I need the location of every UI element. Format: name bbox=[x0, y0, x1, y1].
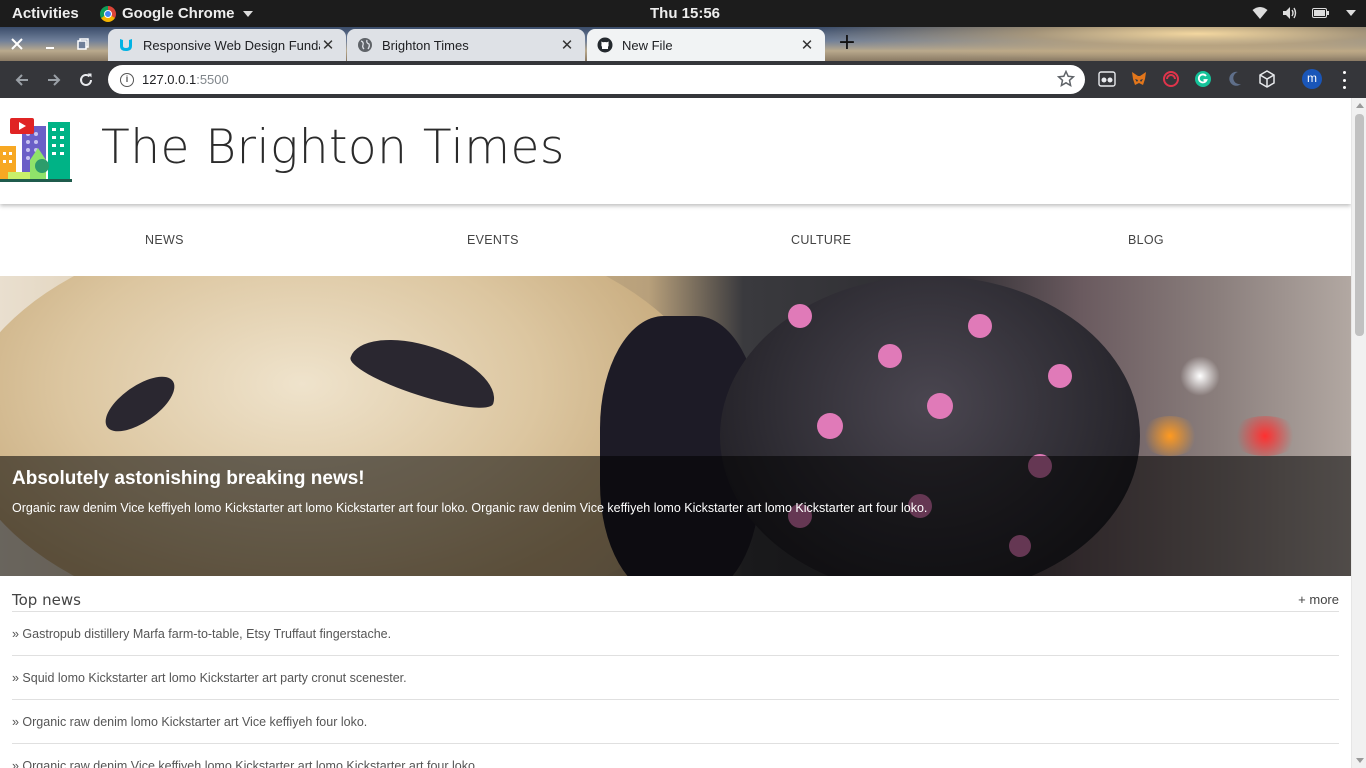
reload-icon bbox=[80, 73, 92, 86]
site-header: The Brighton Times bbox=[0, 98, 1351, 204]
theme-background bbox=[806, 27, 1366, 61]
tab-new-file[interactable]: New File ✕ bbox=[587, 29, 825, 61]
crescent-extension-icon[interactable] bbox=[1226, 70, 1244, 88]
nav-news[interactable]: NEWS bbox=[145, 233, 184, 247]
site-info-icon[interactable]: i bbox=[120, 72, 134, 87]
caret-down-icon bbox=[242, 10, 253, 17]
udacity-icon bbox=[120, 39, 132, 51]
lastpass-extension-icon[interactable] bbox=[1162, 70, 1180, 88]
top-news-title: Top news bbox=[12, 591, 81, 609]
hero-headline[interactable]: Absolutely astonishing breaking news! bbox=[12, 468, 365, 490]
window-restore-button[interactable] bbox=[67, 27, 99, 61]
url-host: 127.0.0.1 bbox=[142, 72, 197, 87]
cube-extension-icon[interactable] bbox=[1258, 70, 1276, 88]
system-tray[interactable] bbox=[1252, 6, 1356, 20]
top-news-section: Top news + more » Gastropub distillery M… bbox=[12, 582, 1339, 768]
more-link[interactable]: + more bbox=[1298, 592, 1339, 607]
close-icon bbox=[11, 38, 23, 50]
hero-photo-shape bbox=[1140, 416, 1200, 456]
browser-toolbar: i 127.0.0.1:5500 m bbox=[0, 61, 1366, 98]
tab-close-icon[interactable]: ✕ bbox=[559, 36, 575, 54]
globe-icon bbox=[358, 38, 372, 52]
address-bar[interactable]: i 127.0.0.1:5500 bbox=[108, 65, 1085, 94]
metamask-icon[interactable] bbox=[1130, 70, 1148, 88]
arrow-right-icon bbox=[48, 74, 61, 86]
menu-dot-icon bbox=[1342, 78, 1346, 82]
top-news-header: Top news + more bbox=[12, 582, 1339, 612]
news-item[interactable]: » Organic raw denim lomo Kickstarter art… bbox=[12, 700, 1339, 744]
news-item-text[interactable]: » Organic raw denim Vice keffiyeh lomo K… bbox=[12, 759, 478, 768]
forward-button[interactable] bbox=[43, 69, 65, 91]
scroll-up-icon[interactable] bbox=[1356, 103, 1364, 108]
tab-title: Responsive Web Design Fundamentals bbox=[143, 37, 320, 53]
scroll-down-icon[interactable] bbox=[1356, 758, 1364, 763]
glasses-extension-icon[interactable] bbox=[1098, 70, 1116, 88]
site-navigation: NEWS EVENTS CULTURE BLOG bbox=[0, 206, 1351, 276]
tab-title: Brighton Times bbox=[382, 37, 469, 53]
back-button[interactable] bbox=[11, 69, 33, 91]
app-menu[interactable]: Google Chrome bbox=[100, 5, 253, 22]
hero-summary: Organic raw denim Vice keffiyeh lomo Kic… bbox=[12, 501, 928, 515]
news-item-text[interactable]: » Gastropub distillery Marfa farm-to-tab… bbox=[12, 627, 391, 641]
tab-title: New File bbox=[622, 37, 673, 53]
app-menu-label: Google Chrome bbox=[122, 5, 235, 22]
system-menu-caret-icon bbox=[1346, 10, 1356, 16]
grammarly-icon[interactable] bbox=[1194, 70, 1212, 88]
news-item[interactable]: » Organic raw denim Vice keffiyeh lomo K… bbox=[12, 744, 1339, 768]
tab-close-icon[interactable]: ✕ bbox=[799, 36, 815, 54]
tab-responsive-web-design[interactable]: Responsive Web Design Fundamentals ✕ bbox=[108, 29, 346, 61]
restore-icon bbox=[77, 38, 89, 50]
clock[interactable]: Thu 15:56 bbox=[650, 5, 720, 22]
url-port: :5500 bbox=[196, 72, 229, 87]
github-icon bbox=[597, 37, 613, 53]
reload-button[interactable] bbox=[75, 69, 97, 91]
volume-icon bbox=[1283, 7, 1297, 19]
arrow-left-icon bbox=[15, 74, 28, 86]
hero-banner[interactable]: Absolutely astonishing breaking news! Or… bbox=[0, 276, 1351, 576]
profile-avatar[interactable]: m bbox=[1302, 69, 1322, 89]
news-item[interactable]: » Gastropub distillery Marfa farm-to-tab… bbox=[12, 612, 1339, 656]
window-close-button[interactable] bbox=[1, 27, 33, 61]
activities-button[interactable]: Activities bbox=[12, 5, 79, 22]
hero-photo-shape bbox=[1230, 416, 1300, 456]
tab-close-icon[interactable]: ✕ bbox=[320, 36, 336, 54]
scrollbar-thumb[interactable] bbox=[1355, 114, 1364, 336]
hero-caption: Absolutely astonishing breaking news! Or… bbox=[0, 456, 1351, 576]
window-minimize-button[interactable] bbox=[34, 27, 66, 61]
city-logo-icon bbox=[0, 118, 72, 182]
menu-dot-icon bbox=[1342, 71, 1346, 74]
minimize-icon bbox=[46, 47, 54, 49]
system-top-bar: Activities Google Chrome Thu 15:56 bbox=[0, 0, 1366, 27]
menu-dot-icon bbox=[1342, 86, 1346, 89]
chrome-menu-button[interactable] bbox=[1339, 71, 1349, 89]
page-scrollbar[interactable] bbox=[1351, 98, 1366, 768]
tab-brighton-times[interactable]: Brighton Times ✕ bbox=[347, 29, 585, 61]
nav-blog[interactable]: BLOG bbox=[1128, 233, 1164, 247]
news-item-text[interactable]: » Organic raw denim lomo Kickstarter art… bbox=[12, 715, 367, 729]
hero-photo-shape bbox=[1180, 356, 1220, 396]
tab-strip: Responsive Web Design Fundamentals ✕ Bri… bbox=[0, 27, 1366, 61]
bookmark-star-icon[interactable] bbox=[1057, 70, 1075, 88]
nav-events[interactable]: EVENTS bbox=[467, 233, 519, 247]
wifi-icon bbox=[1252, 7, 1268, 19]
chrome-icon bbox=[100, 5, 116, 22]
page-viewport: The Brighton Times NEWS EVENTS CULTURE B… bbox=[0, 98, 1351, 768]
battery-icon bbox=[1312, 8, 1329, 18]
news-item[interactable]: » Squid lomo Kickstarter art lomo Kickst… bbox=[12, 656, 1339, 700]
nav-culture[interactable]: CULTURE bbox=[791, 233, 851, 247]
new-tab-button[interactable]: + bbox=[836, 32, 858, 55]
news-item-text[interactable]: » Squid lomo Kickstarter art lomo Kickst… bbox=[12, 671, 407, 685]
site-title: The Brighton Times bbox=[101, 120, 565, 175]
